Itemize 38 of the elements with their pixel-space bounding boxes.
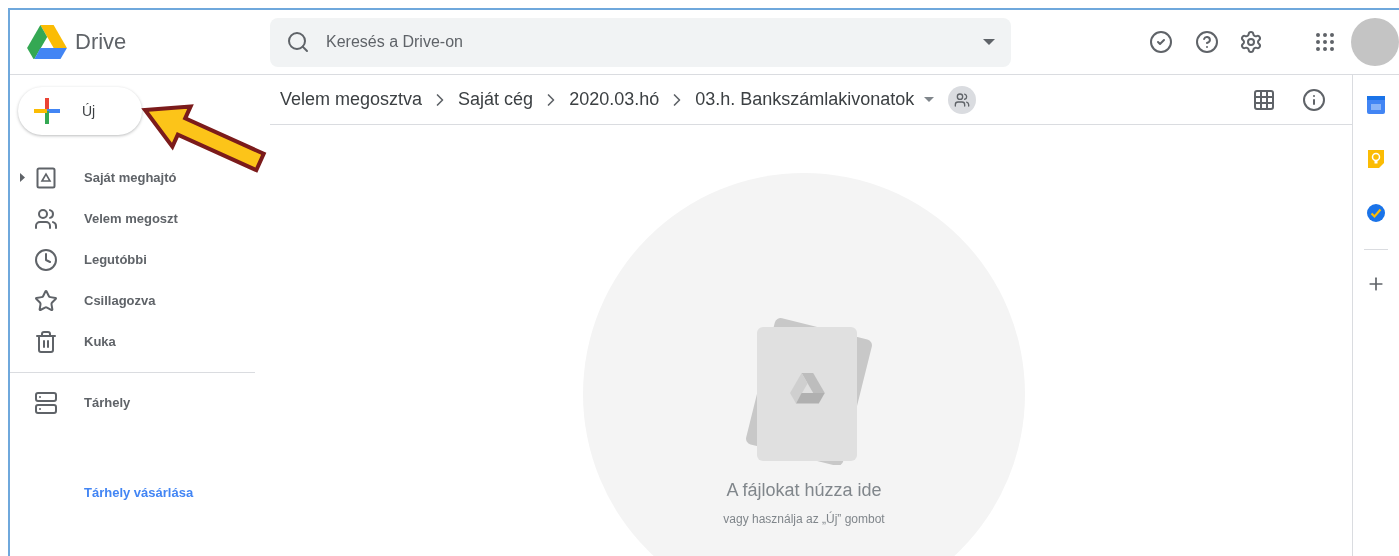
buy-storage-link[interactable]: Tárhely vásárlása [84, 483, 255, 503]
new-button[interactable]: Új [18, 87, 142, 135]
checkmark-circle-icon[interactable] [1366, 203, 1386, 223]
star-icon [34, 288, 58, 313]
search-bar[interactable]: Keresés a Drive-on [270, 17, 1011, 67]
storage-icon [34, 391, 58, 415]
people-icon [34, 206, 58, 231]
grid-view-icon[interactable] [1252, 87, 1276, 112]
nav-item[interactable]: Tárhely [84, 393, 131, 413]
app-name: Drive [75, 28, 127, 57]
nav-item[interactable]: Velem megoszt [84, 208, 178, 229]
plus-icon [34, 98, 60, 124]
people-icon [954, 91, 971, 108]
nav-item[interactable]: Saját meghajtó [84, 167, 177, 188]
search-icon [286, 30, 310, 54]
trash-icon [34, 329, 58, 354]
drive-folder-icon [34, 165, 58, 190]
settings-icon[interactable] [1239, 30, 1263, 54]
clock-icon [34, 247, 58, 272]
search-input[interactable]: Keresés a Drive-on [326, 30, 967, 54]
nav-item[interactable]: Csillagozva [84, 290, 156, 311]
caret-icon[interactable] [983, 39, 995, 45]
breadcrumb-item[interactable]: 2020.03.hó [569, 86, 660, 113]
expand-arrow-icon[interactable] [19, 173, 25, 182]
empty-state-title: A fájlokat húzza ide [726, 479, 882, 502]
nav-item[interactable]: Legutóbbi [84, 249, 147, 270]
offline-icon[interactable] [1149, 30, 1173, 54]
help-icon[interactable] [1195, 30, 1219, 54]
empty-state-subtitle: vagy használja az „Új” gombot [723, 510, 885, 528]
breadcrumb-item[interactable]: Saját cég [458, 86, 534, 113]
breadcrumb-item[interactable]: Velem megosztva [280, 86, 423, 113]
caret-icon[interactable] [924, 97, 935, 102]
drive-logo-icon [27, 24, 67, 60]
info-icon[interactable] [1302, 87, 1326, 112]
apps-grid-icon[interactable] [1313, 30, 1337, 54]
nav-item[interactable]: Kuka [84, 331, 116, 352]
breadcrumb-item[interactable]: 03.h. Bankszámlakivonatok [695, 86, 915, 113]
calendar-icon[interactable] [1366, 95, 1386, 115]
